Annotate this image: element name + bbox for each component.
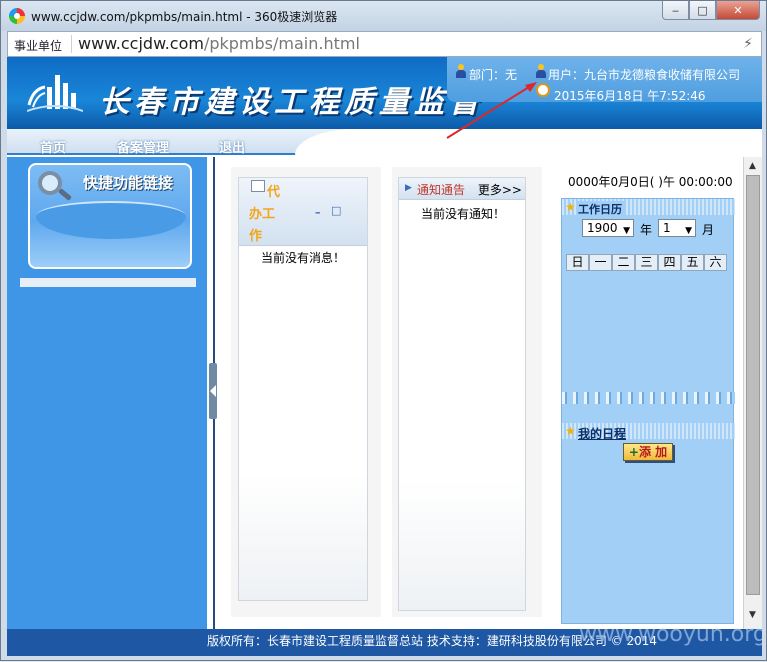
month-value: 1 bbox=[663, 221, 671, 235]
title-bar: www.ccjdw.com/pkpmbs/main.html - 360极速浏览… bbox=[1, 1, 766, 31]
month-label: 月 bbox=[702, 223, 715, 237]
weekday-mon: 一 bbox=[589, 254, 612, 271]
footer-text: 版权所有：长春市建设工程质量监督总站 技术支持：建研科技股份有限公司 © 201… bbox=[207, 634, 657, 648]
scroll-up-icon[interactable]: ▲ bbox=[749, 161, 756, 171]
user-text: 用户：九台市龙德粮食收储有限公司 bbox=[548, 68, 741, 82]
year-label: 年 bbox=[640, 223, 653, 237]
browser-logo-icon bbox=[9, 8, 25, 24]
todo-title-line3: 作 bbox=[249, 229, 263, 244]
add-schedule-label: 添 加 bbox=[638, 445, 668, 459]
web-page: 长春市建设工程质量监督 部门：无 用户：九台市龙德粮食收储有限公司 2015年6… bbox=[7, 57, 762, 656]
page-scrollbar[interactable]: ▲ ▼ bbox=[743, 157, 762, 629]
calendar-binding bbox=[562, 392, 735, 404]
notice-panel-header: ▶ 通知通告 更多>> bbox=[399, 178, 525, 200]
site-category-label[interactable]: 事业单位 bbox=[14, 37, 62, 54]
year-value: 1900 bbox=[587, 221, 618, 235]
work-calendar: ★ 工作日历 1900▼ 年 1▼ 月 日 一 二 三 四 五 六 ★ 我的 bbox=[561, 198, 735, 624]
more-link[interactable]: 更多>> bbox=[478, 181, 522, 198]
browser-window: www.ccjdw.com/pkpmbs/main.html - 360极速浏览… bbox=[0, 0, 767, 661]
panel-minimize-button[interactable]: – bbox=[315, 206, 321, 219]
todo-empty-message: 当前没有消息！ bbox=[261, 251, 346, 265]
scroll-down-icon[interactable]: ▼ bbox=[749, 610, 756, 620]
window-controls: ‒ □ ✕ bbox=[662, 1, 760, 20]
main-nav: 首页 备案管理 退出 bbox=[7, 129, 762, 156]
todo-title-line2: 办工 bbox=[249, 207, 276, 222]
notice-title: 通知通告 bbox=[417, 183, 466, 197]
quick-links-box[interactable]: 快捷功能链接 bbox=[28, 163, 192, 269]
address-divider bbox=[71, 35, 72, 53]
schedule-title[interactable]: 我的日程 bbox=[578, 425, 626, 442]
todo-title-line1: 代 bbox=[267, 185, 281, 200]
nav-decoration bbox=[295, 129, 762, 155]
lightning-icon[interactable]: ⚡ bbox=[743, 36, 753, 52]
weekday-sun: 日 bbox=[566, 254, 589, 271]
chevron-down-icon: ▼ bbox=[623, 226, 630, 236]
nav-item-logout[interactable]: 退出 bbox=[219, 137, 245, 156]
sidebar-divider bbox=[20, 278, 196, 287]
calendar-clock: 0000年0月0日( )午 00:00:00 bbox=[568, 175, 733, 189]
user-icon bbox=[536, 64, 546, 78]
weekday-header: 日 一 二 三 四 五 六 bbox=[566, 254, 727, 271]
star-icon: ★ bbox=[565, 200, 576, 214]
close-icon[interactable]: ✕ bbox=[716, 1, 760, 20]
window-title: www.ccjdw.com/pkpmbs/main.html - 360极速浏览… bbox=[31, 10, 338, 24]
weekday-tue: 二 bbox=[612, 254, 635, 271]
add-schedule-button[interactable]: +添 加 bbox=[623, 443, 673, 461]
sidebar-collapse-toggle[interactable] bbox=[209, 363, 217, 419]
chevron-down-icon: ▼ bbox=[685, 226, 692, 236]
main-content: 代 办工 作 – □ 当前没有消息！ ▶ 通知通告 更多>> 当前没有通知！ 0… bbox=[219, 157, 743, 629]
notice-panel: ▶ 通知通告 更多>> 当前没有通知！ bbox=[398, 177, 526, 611]
plus-icon: + bbox=[628, 445, 639, 459]
department-icon bbox=[456, 64, 466, 78]
left-sidebar: 快捷功能链接 bbox=[7, 157, 207, 629]
city-logo-icon bbox=[27, 75, 83, 112]
todo-panel-header: 代 办工 作 – □ bbox=[239, 178, 367, 246]
panel-maximize-button[interactable]: □ bbox=[331, 204, 341, 217]
quick-links-decoration bbox=[36, 201, 186, 239]
calendar-title: 工作日历 bbox=[578, 201, 624, 217]
todo-panel: 代 办工 作 – □ 当前没有消息！ bbox=[238, 177, 368, 601]
url-text[interactable]: www.ccjdw.com/pkpmbs/main.html bbox=[78, 34, 360, 53]
clock-icon bbox=[536, 83, 550, 97]
department-text: 部门：无 bbox=[469, 68, 518, 82]
current-datetime: 2015年6月18日 午7:52:46 bbox=[554, 89, 706, 103]
quick-links-title: 快捷功能链接 bbox=[83, 174, 174, 192]
watermark: www.wooyun.org bbox=[579, 622, 762, 647]
minimize-icon[interactable]: ‒ bbox=[662, 1, 689, 20]
site-banner: 长春市建设工程质量监督 部门：无 用户：九台市龙德粮食收储有限公司 2015年6… bbox=[7, 57, 762, 129]
site-title: 长春市建设工程质量监督 bbox=[99, 85, 484, 120]
nav-item-home[interactable]: 首页 bbox=[40, 137, 66, 156]
nav-item-filing[interactable]: 备案管理 bbox=[117, 137, 169, 156]
address-bar[interactable]: 事业单位 www.ccjdw.com/pkpmbs/main.html ⚡ bbox=[7, 31, 762, 57]
search-icon bbox=[38, 171, 62, 195]
weekday-fri: 五 bbox=[681, 254, 704, 271]
url-path: /pkpmbs/main.html bbox=[203, 34, 360, 53]
url-domain: www.ccjdw.com bbox=[78, 34, 204, 53]
month-select[interactable]: 1 ▼ bbox=[658, 219, 696, 237]
weekday-thu: 四 bbox=[658, 254, 681, 271]
weekday-wed: 三 bbox=[635, 254, 658, 271]
chevron-right-icon: ▶ bbox=[405, 183, 412, 193]
scrollbar-thumb[interactable] bbox=[746, 175, 760, 595]
star-icon: ★ bbox=[565, 424, 576, 438]
maximize-icon[interactable]: □ bbox=[689, 1, 716, 20]
weekday-sat: 六 bbox=[704, 254, 727, 271]
year-select[interactable]: 1900 ▼ bbox=[582, 219, 634, 237]
todo-title: 代 办工 作 bbox=[249, 182, 289, 248]
notice-empty-message: 当前没有通知！ bbox=[421, 207, 506, 221]
